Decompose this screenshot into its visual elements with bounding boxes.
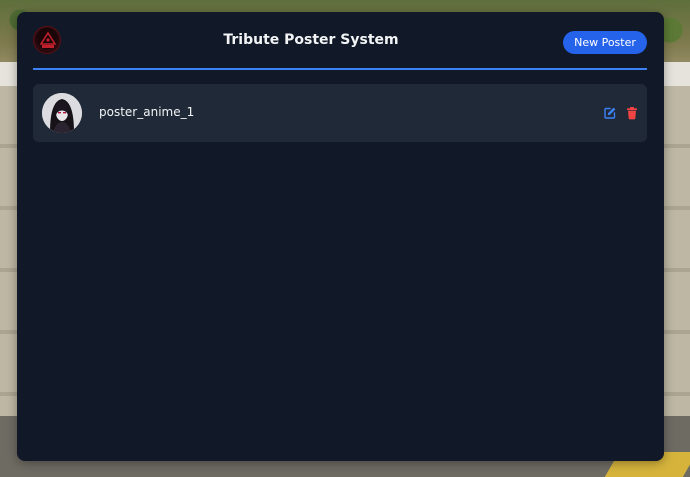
poster-actions bbox=[600, 106, 639, 120]
edit-icon[interactable] bbox=[603, 106, 617, 120]
poster-name: poster_anime_1 bbox=[99, 105, 195, 119]
poster-system-panel: Tribute Poster System New Poster poster_… bbox=[17, 12, 664, 461]
new-poster-button[interactable]: New Poster bbox=[563, 31, 647, 54]
game-background: Tribute Poster System New Poster poster_… bbox=[0, 0, 690, 477]
poster-list: poster_anime_1 bbox=[33, 84, 647, 142]
list-item[interactable]: poster_anime_1 bbox=[33, 84, 647, 142]
page-title: Tribute Poster System bbox=[223, 32, 399, 48]
trash-icon[interactable] bbox=[625, 106, 639, 120]
panel-header: Tribute Poster System New Poster bbox=[33, 26, 647, 70]
anime-poster-thumbnail bbox=[42, 93, 82, 133]
